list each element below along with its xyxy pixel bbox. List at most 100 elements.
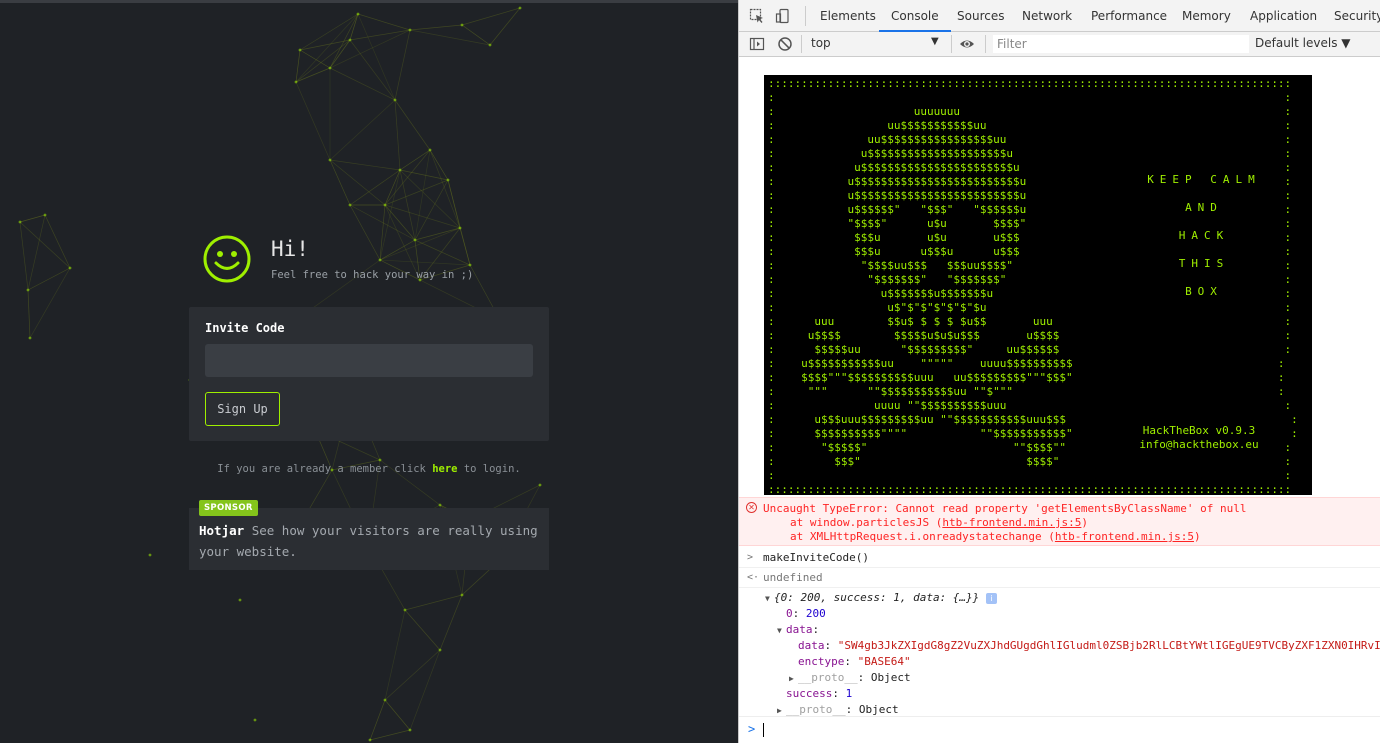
particle [459,227,471,266]
particle [68,266,72,270]
prop-key: enctype [798,655,845,668]
stack-link[interactable]: htb-frontend.min.js:5 [1055,530,1194,543]
particle [384,649,441,701]
smiley-logo-icon [203,235,251,283]
side-word: KEEP CALM [1147,173,1261,186]
particle [383,698,387,702]
login-link[interactable]: here [432,463,457,475]
particle [379,239,416,261]
particle [309,259,381,311]
tab-performance[interactable]: Performance [1091,0,1167,32]
particle [348,203,352,207]
particle [356,12,360,16]
result-chevron-icon: <· [747,572,760,583]
prop-value: "SW4gb3JkZXIgdG8gZ2VuZXJhdGUgdGhlIGludml… [837,639,1380,652]
particle [399,149,431,171]
particle [438,503,442,507]
sign-up-button[interactable]: Sign Up [205,392,280,426]
side-word: THIS [1178,257,1230,270]
particle [379,259,471,266]
prop-value: 200 [805,607,826,620]
prop-data[interactable]: data: [786,623,819,637]
particle [18,220,22,224]
devtools-tabbar: Elements Console Sources Network Perform… [739,0,1380,32]
prop-key: data [786,623,813,636]
tab-security[interactable]: Security [1334,0,1380,32]
expand-triangle-icon[interactable]: ▼ [777,624,782,638]
particle [438,648,442,652]
prop-key: 0 [786,607,793,620]
device-toggle-icon[interactable] [775,8,791,24]
tab-memory[interactable]: Memory [1182,0,1231,32]
particle [384,699,411,731]
particle [394,99,431,151]
prop-value: Object [870,671,911,684]
particle [460,23,464,27]
particle [19,221,29,291]
prop-proto-root[interactable]: __proto__: Object [786,703,899,717]
log-levels-dropdown[interactable]: Default levels ▼ [1255,36,1351,50]
prop-value: "BASE64" [857,655,911,668]
particle [413,238,417,242]
particle [369,699,386,741]
context-selector[interactable]: top [811,36,831,50]
particle [518,6,522,10]
prop-key: __proto__ [798,671,858,684]
console-filter-input[interactable] [993,35,1249,53]
particle [409,24,463,31]
keep-calm-text: KEEP CALM AND HACK THIS BOX [1134,173,1274,313]
particle [429,149,461,229]
result-text: undefined [763,571,823,584]
particle [148,553,152,557]
particle [329,29,411,69]
version-info: HackTheBox v0.9.3 info@hackthebox.eu [1124,424,1274,452]
stack-link[interactable]: htb-frontend.min.js:5 [942,516,1081,529]
collapse-triangle-icon[interactable]: ▶ [777,704,782,718]
particle [398,168,402,172]
toolbar-separator [985,35,986,53]
prop-proto[interactable]: __proto__: Object [798,671,911,685]
context-dropdown-arrow-icon[interactable]: ▼ [931,36,939,47]
tab-console[interactable]: Console [879,0,951,32]
console-prompt[interactable]: > [739,718,1380,743]
command-text: makeInviteCode() [763,551,869,564]
tab-elements[interactable]: Elements [820,0,876,32]
info-icon[interactable]: i [985,592,997,604]
particle [295,13,359,83]
prop-enctype: enctype: "BASE64" [798,655,911,668]
particle [399,169,461,229]
particle [439,594,463,651]
login-hint: If you are already a member click here t… [189,463,549,475]
particle [403,608,407,612]
sidebar-toggle-icon[interactable] [749,36,765,52]
contact-email: info@hackthebox.eu [1139,438,1259,451]
tab-sources[interactable]: Sources [957,0,1004,32]
eye-icon[interactable] [959,36,975,52]
stack-line-2: at XMLHttpRequest.i.onreadystatechange (… [790,530,1201,544]
stack-text: at window.particlesJS ( [790,516,943,529]
prop-data-data: data: "SW4gb3JkZXIgdG8gZ2VuZXJhdGUgdGhlI… [798,639,1380,653]
tabbar-separator [805,6,806,26]
particle [26,288,30,292]
sponsor-box[interactable]: Hotjar See how your visitors are really … [189,508,549,570]
particle [378,258,382,262]
object-preview[interactable]: {0: 200, success: 1, data: {…}} i [774,591,997,605]
collapse-triangle-icon[interactable]: ▶ [789,672,794,686]
particle [44,214,71,269]
particle [538,483,542,487]
particle [295,81,331,161]
tab-network[interactable]: Network [1022,0,1072,32]
particle [393,98,397,102]
particle [28,336,32,340]
inspect-icon[interactable] [749,8,765,24]
version-text: HackTheBox v0.9.3 [1142,424,1256,437]
tab-application[interactable]: Application [1250,0,1317,32]
particle [348,38,352,42]
expand-triangle-icon[interactable]: ▼ [765,592,770,606]
greeting-title: Hi! [271,237,309,261]
invite-code-input[interactable] [205,344,533,377]
particle [488,43,492,47]
side-word: BOX [1185,285,1223,298]
clear-console-icon[interactable] [777,36,793,52]
particle [394,99,401,171]
